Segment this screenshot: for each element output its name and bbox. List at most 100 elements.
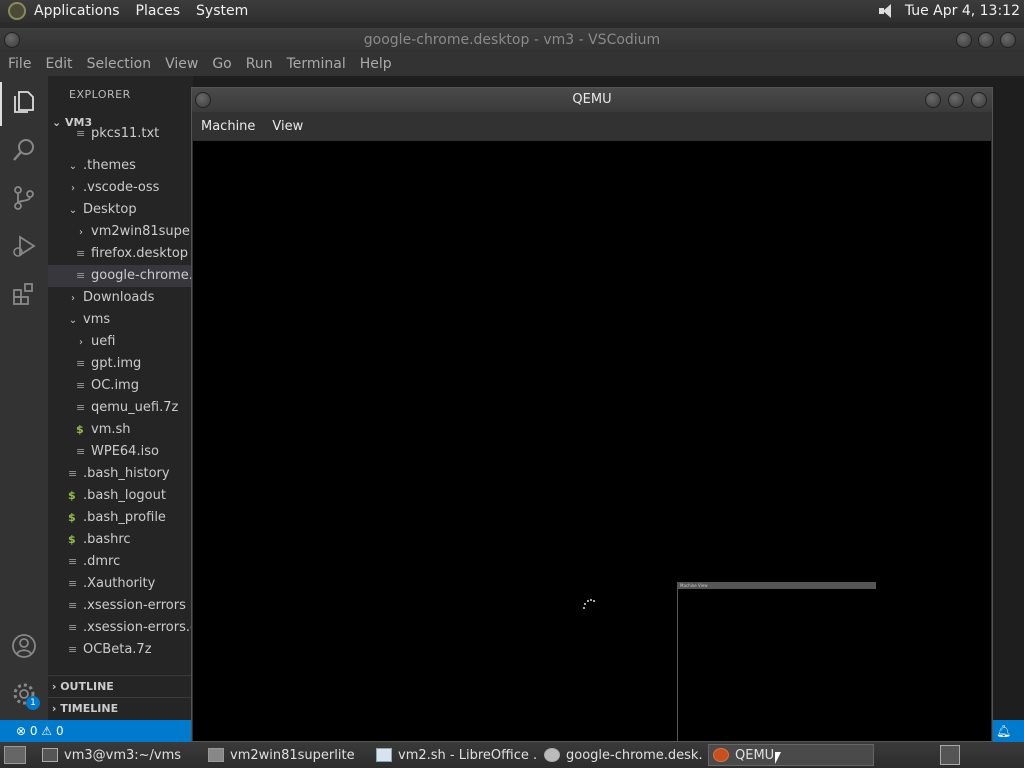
tree-item-label: .bash_history xyxy=(83,466,170,481)
settings-gear-icon[interactable]: 1 xyxy=(10,680,40,710)
tree-item[interactable]: ≡ google-chrome.desktop xyxy=(48,265,193,287)
tree-item[interactable]: ≡ pkcs11.txt xyxy=(48,123,193,145)
tree-item[interactable]: › uefi xyxy=(48,331,193,353)
menu-edit[interactable]: Edit xyxy=(37,56,78,72)
tree-item-label: vm.sh xyxy=(91,422,131,437)
tree-item[interactable]: ≡ qemu_uefi.7z xyxy=(48,397,193,419)
problems-indicator[interactable]: ⊗ 0 ⚠ 0 xyxy=(16,724,64,738)
qemu-minimize-button[interactable] xyxy=(925,92,941,108)
tree-item[interactable]: ≡ OC.img xyxy=(48,375,193,397)
tree-item[interactable]: ≡ WPE64.iso xyxy=(48,441,193,463)
tree-item[interactable]: ≡ .xsession-errors xyxy=(48,595,193,617)
account-icon[interactable] xyxy=(10,632,38,660)
extensions-icon[interactable] xyxy=(10,280,38,308)
task-vscodium[interactable]: google-chrome.desk... xyxy=(540,744,704,766)
tree-item[interactable]: $ .bash_profile xyxy=(48,507,193,529)
source-control-icon[interactable] xyxy=(10,184,38,212)
qemu-title: QEMU xyxy=(572,92,612,107)
tree-item[interactable]: › vm2win81superlite xyxy=(48,221,193,243)
document-icon xyxy=(376,748,392,762)
preview-menubar: Machine View xyxy=(678,582,876,589)
clock[interactable]: Tue Apr 4, 13:12 xyxy=(905,3,1020,19)
applications-menu[interactable]: Applications xyxy=(34,3,120,19)
chevron-down-icon: ⌄ xyxy=(68,205,78,216)
qemu-menubar: Machine View xyxy=(192,112,992,140)
tree-item[interactable]: › .vscode-oss xyxy=(48,177,193,199)
menu-help[interactable]: Help xyxy=(352,56,398,72)
menu-run[interactable]: Run xyxy=(238,56,279,72)
run-debug-icon[interactable] xyxy=(10,232,38,260)
tree-item[interactable]: ≡ gpt.img xyxy=(48,353,193,375)
file-icon: ≡ xyxy=(68,577,78,590)
settings-badge: 1 xyxy=(26,696,40,710)
tree-item[interactable]: › Downloads xyxy=(48,287,193,309)
close-button[interactable] xyxy=(1000,32,1016,48)
task-terminal[interactable]: vm3@vm3:~/vms xyxy=(38,744,200,766)
menu-selection[interactable]: Selection xyxy=(79,56,158,72)
menu-view[interactable]: View xyxy=(157,56,204,72)
tree-item[interactable]: $ .bash_logout xyxy=(48,485,193,507)
window-menu-button[interactable] xyxy=(4,32,20,48)
file-icon: ≡ xyxy=(68,643,78,656)
qemu-maximize-button[interactable] xyxy=(948,92,964,108)
qemu-window-menu-button[interactable] xyxy=(195,92,211,108)
tree-item[interactable]: $ vm.sh xyxy=(48,419,193,441)
vscodium-titlebar: google-chrome.desktop - vm3 - VSCodium xyxy=(0,28,1024,52)
folder-icon xyxy=(208,748,224,762)
menu-file[interactable]: File xyxy=(0,56,37,72)
tree-item[interactable]: ≡ .dmrc xyxy=(48,551,193,573)
activity-bar: 1 xyxy=(0,76,48,720)
task-file-manager-label: vm2win81superlite xyxy=(230,747,355,763)
outline-label: OUTLINE xyxy=(60,680,114,693)
window-title: google-chrome.desktop - vm3 - VSCodium xyxy=(363,32,661,48)
tree-item[interactable]: ⌄ .themes xyxy=(48,155,193,177)
chevron-right-icon: › xyxy=(79,337,83,348)
system-menu[interactable]: System xyxy=(196,3,248,19)
menu-go[interactable]: Go xyxy=(204,56,237,72)
vm-display[interactable]: Machine View xyxy=(193,141,991,741)
outline-section[interactable]: › OUTLINE xyxy=(48,675,193,697)
distro-logo-icon[interactable] xyxy=(8,2,26,20)
explorer-title: EXPLORER xyxy=(69,88,131,101)
task-libreoffice[interactable]: vm2.sh - LibreOffice ... xyxy=(372,744,536,766)
tree-item[interactable]: ⌄ vms xyxy=(48,309,193,331)
show-desktop-icon[interactable] xyxy=(4,746,26,764)
minimize-button[interactable] xyxy=(956,32,972,48)
maximize-button[interactable] xyxy=(978,32,994,48)
tree-item[interactable]: ≡ firefox.desktop xyxy=(48,243,193,265)
qemu-menu-machine[interactable]: Machine xyxy=(192,119,263,134)
shell-file-icon: $ xyxy=(68,489,76,502)
file-icon: ≡ xyxy=(76,269,86,282)
places-menu[interactable]: Places xyxy=(136,3,181,19)
mouse-cursor-icon xyxy=(775,752,781,764)
tree-item-label: .themes xyxy=(83,158,136,173)
volume-icon[interactable] xyxy=(877,3,895,19)
tree-item[interactable]: ⌄ Desktop xyxy=(48,199,193,221)
chevron-right-icon: › xyxy=(71,293,75,304)
tree-item-label: Downloads xyxy=(83,290,155,305)
task-file-manager[interactable]: vm2win81superlite xyxy=(204,744,368,766)
tree-item[interactable]: $ .bashrc xyxy=(48,529,193,551)
tree-item-label: pkcs11.txt xyxy=(91,126,160,141)
tree-item-label: vm2win81superlite xyxy=(91,224,193,239)
workspace-switcher[interactable] xyxy=(940,745,960,765)
vscodium-menubar: File Edit Selection View Go Run Terminal… xyxy=(0,52,1024,76)
tree-item[interactable]: ≡ .bash_history xyxy=(48,463,193,485)
tree-item[interactable]: ≡ .xsession-errors.old xyxy=(48,617,193,639)
qemu-close-button[interactable] xyxy=(971,92,987,108)
file-icon: ≡ xyxy=(76,247,86,260)
warning-count: 0 xyxy=(55,724,64,738)
timeline-section[interactable]: › TIMELINE xyxy=(48,697,193,719)
notifications-icon[interactable]: 🔔︎ xyxy=(996,720,1011,742)
file-icon: ≡ xyxy=(68,599,78,612)
tree-item[interactable]: ≡ .Xauthority xyxy=(48,573,193,595)
menu-terminal[interactable]: Terminal xyxy=(279,56,352,72)
chevron-right-icon: › xyxy=(71,183,75,194)
qemu-icon xyxy=(713,748,729,762)
task-qemu[interactable]: QEMU xyxy=(708,744,874,766)
tree-item[interactable]: ≡ OCBeta.7z xyxy=(48,639,193,661)
task-qemu-label: QEMU xyxy=(735,747,775,763)
explorer-icon[interactable] xyxy=(10,88,38,116)
qemu-menu-view[interactable]: View xyxy=(263,119,311,134)
search-icon[interactable] xyxy=(10,136,38,164)
